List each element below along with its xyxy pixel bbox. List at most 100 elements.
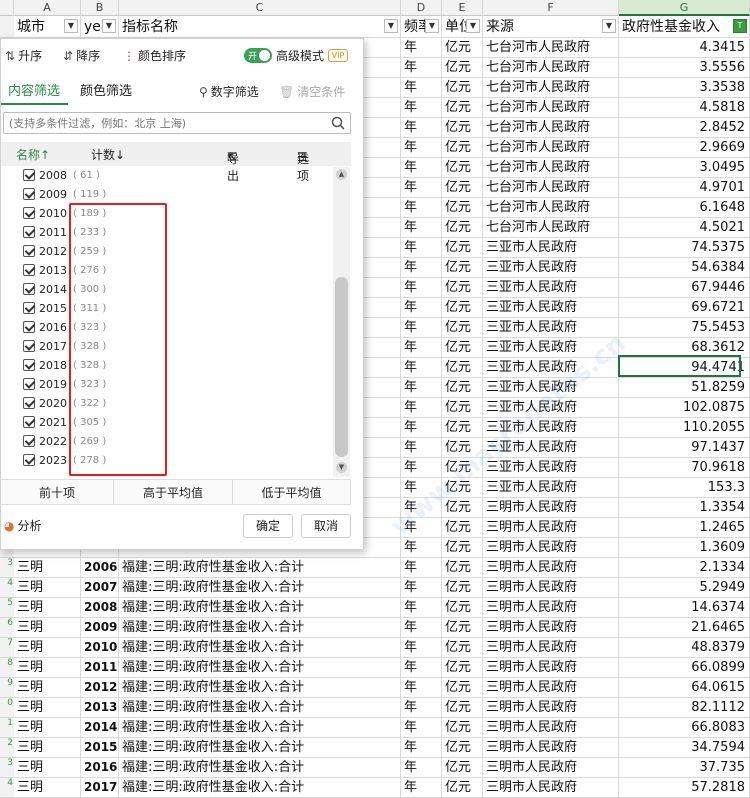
source-cell[interactable]: 三明市人民政府 [483, 518, 619, 538]
unit-cell[interactable]: 亿元 [442, 218, 483, 238]
unit-cell[interactable]: 亿元 [442, 38, 483, 58]
frequency-cell[interactable]: 年 [401, 58, 442, 78]
year-cell[interactable]: 2013 [81, 698, 119, 718]
value-cell[interactable]: 54.6384 [619, 258, 750, 278]
source-cell[interactable]: 七台河市人民政府 [483, 178, 619, 198]
frequency-cell[interactable]: 年 [401, 458, 442, 478]
filter-dropdown-icon[interactable]: ▼ [64, 19, 78, 33]
unit-cell[interactable]: 亿元 [442, 98, 483, 118]
value-cell[interactable]: 153.3 [619, 478, 750, 498]
value-cell[interactable]: 2.8452 [619, 118, 750, 138]
header-cell-indicator[interactable]: 指标名称 ▼ [119, 16, 401, 38]
city-cell[interactable]: 三明 [14, 618, 81, 638]
col-header-f[interactable]: F [483, 0, 619, 16]
value-cell[interactable]: 110.2055 [619, 418, 750, 438]
indicator-cell[interactable]: 福建:三明:政府性基金收入:合计 [119, 558, 401, 578]
city-cell[interactable]: 三明 [14, 558, 81, 578]
unit-cell[interactable]: 亿元 [442, 758, 483, 778]
indicator-cell[interactable]: 福建:三明:政府性基金收入:合计 [119, 598, 401, 618]
cancel-button[interactable]: 取消 [301, 514, 351, 538]
frequency-cell[interactable]: 年 [401, 238, 442, 258]
row-number[interactable]: 6 [0, 618, 14, 638]
checkbox[interactable] [23, 188, 35, 200]
unit-cell[interactable]: 亿元 [442, 518, 483, 538]
city-cell[interactable]: 三明 [14, 658, 81, 678]
unit-cell[interactable]: 亿元 [442, 698, 483, 718]
col-header-c[interactable]: C [119, 0, 401, 16]
source-cell[interactable]: 三明市人民政府 [483, 558, 619, 578]
year-cell[interactable]: 2015 [81, 738, 119, 758]
unit-cell[interactable]: 亿元 [442, 498, 483, 518]
frequency-cell[interactable]: 年 [401, 98, 442, 118]
unit-cell[interactable]: 亿元 [442, 438, 483, 458]
source-cell[interactable]: 三明市人民政府 [483, 658, 619, 678]
unit-cell[interactable]: 亿元 [442, 298, 483, 318]
source-cell[interactable]: 三明市人民政府 [483, 738, 619, 758]
unit-cell[interactable]: 亿元 [442, 238, 483, 258]
frequency-cell[interactable]: 年 [401, 718, 442, 738]
source-cell[interactable]: 三亚市人民政府 [483, 358, 619, 378]
frequency-cell[interactable]: 年 [401, 618, 442, 638]
frequency-cell[interactable]: 年 [401, 158, 442, 178]
source-cell[interactable]: 三亚市人民政府 [483, 258, 619, 278]
indicator-cell[interactable]: 福建:三明:政府性基金收入:合计 [119, 718, 401, 738]
frequency-cell[interactable]: 年 [401, 38, 442, 58]
filter-search-box[interactable] [3, 112, 351, 134]
scrollbar-thumb[interactable] [335, 277, 348, 457]
value-cell[interactable]: 74.5375 [619, 238, 750, 258]
frequency-cell[interactable]: 年 [401, 278, 442, 298]
value-cell[interactable]: 34.7594 [619, 738, 750, 758]
frequency-cell[interactable]: 年 [401, 438, 442, 458]
value-cell[interactable]: 4.9701 [619, 178, 750, 198]
unit-cell[interactable]: 亿元 [442, 358, 483, 378]
row-number[interactable]: 0 [0, 698, 14, 718]
city-cell[interactable]: 三明 [14, 738, 81, 758]
city-cell[interactable]: 三明 [14, 758, 81, 778]
frequency-cell[interactable]: 年 [401, 318, 442, 338]
checkbox[interactable] [23, 169, 35, 181]
indicator-cell[interactable]: 福建:三明:政府性基金收入:合计 [119, 758, 401, 778]
source-cell[interactable]: 七台河市人民政府 [483, 38, 619, 58]
value-cell[interactable]: 1.2465 [619, 518, 750, 538]
source-cell[interactable]: 三亚市人民政府 [483, 338, 619, 358]
year-cell[interactable]: 2016 [81, 758, 119, 778]
city-cell[interactable]: 三明 [14, 778, 81, 798]
unit-cell[interactable]: 亿元 [442, 598, 483, 618]
source-cell[interactable]: 七台河市人民政府 [483, 78, 619, 98]
value-cell[interactable]: 3.0495 [619, 158, 750, 178]
frequency-cell[interactable]: 年 [401, 398, 442, 418]
below-average-button[interactable]: 低于平均值 [233, 479, 351, 505]
frequency-cell[interactable]: 年 [401, 178, 442, 198]
row-number[interactable]: 4 [0, 778, 14, 798]
source-cell[interactable]: 三明市人民政府 [483, 698, 619, 718]
source-cell[interactable]: 七台河市人民政府 [483, 98, 619, 118]
city-cell[interactable]: 三明 [14, 578, 81, 598]
col-header-d[interactable]: D [401, 0, 442, 16]
col-header-g[interactable]: G [619, 0, 750, 16]
source-cell[interactable]: 三亚市人民政府 [483, 458, 619, 478]
source-cell[interactable]: 三亚市人民政府 [483, 478, 619, 498]
unit-cell[interactable]: 亿元 [442, 338, 483, 358]
frequency-cell[interactable]: 年 [401, 258, 442, 278]
unit-cell[interactable]: 亿元 [442, 258, 483, 278]
frequency-cell[interactable]: 年 [401, 78, 442, 98]
header-cell-unit[interactable]: 单位 ▼ [442, 16, 483, 38]
row-number[interactable]: 7 [0, 638, 14, 658]
checkbox[interactable] [23, 283, 35, 295]
filter-dropdown-icon[interactable]: ▼ [384, 19, 398, 33]
frequency-cell[interactable]: 年 [401, 378, 442, 398]
row-number[interactable] [0, 16, 14, 38]
col-header-a[interactable]: A [14, 0, 81, 16]
unit-cell[interactable]: 亿元 [442, 78, 483, 98]
header-cell-city[interactable]: 城市 ▼ [14, 16, 81, 38]
frequency-cell[interactable]: 年 [401, 558, 442, 578]
year-cell[interactable]: 2010 [81, 638, 119, 658]
source-cell[interactable]: 七台河市人民政府 [483, 218, 619, 238]
frequency-cell[interactable]: 年 [401, 638, 442, 658]
unit-cell[interactable]: 亿元 [442, 478, 483, 498]
list-scrollbar[interactable]: ▲ ▼ [333, 167, 350, 477]
unit-cell[interactable]: 亿元 [442, 718, 483, 738]
year-cell[interactable]: 2007 [81, 578, 119, 598]
checkbox[interactable] [23, 245, 35, 257]
indicator-cell[interactable]: 福建:三明:政府性基金收入:合计 [119, 678, 401, 698]
